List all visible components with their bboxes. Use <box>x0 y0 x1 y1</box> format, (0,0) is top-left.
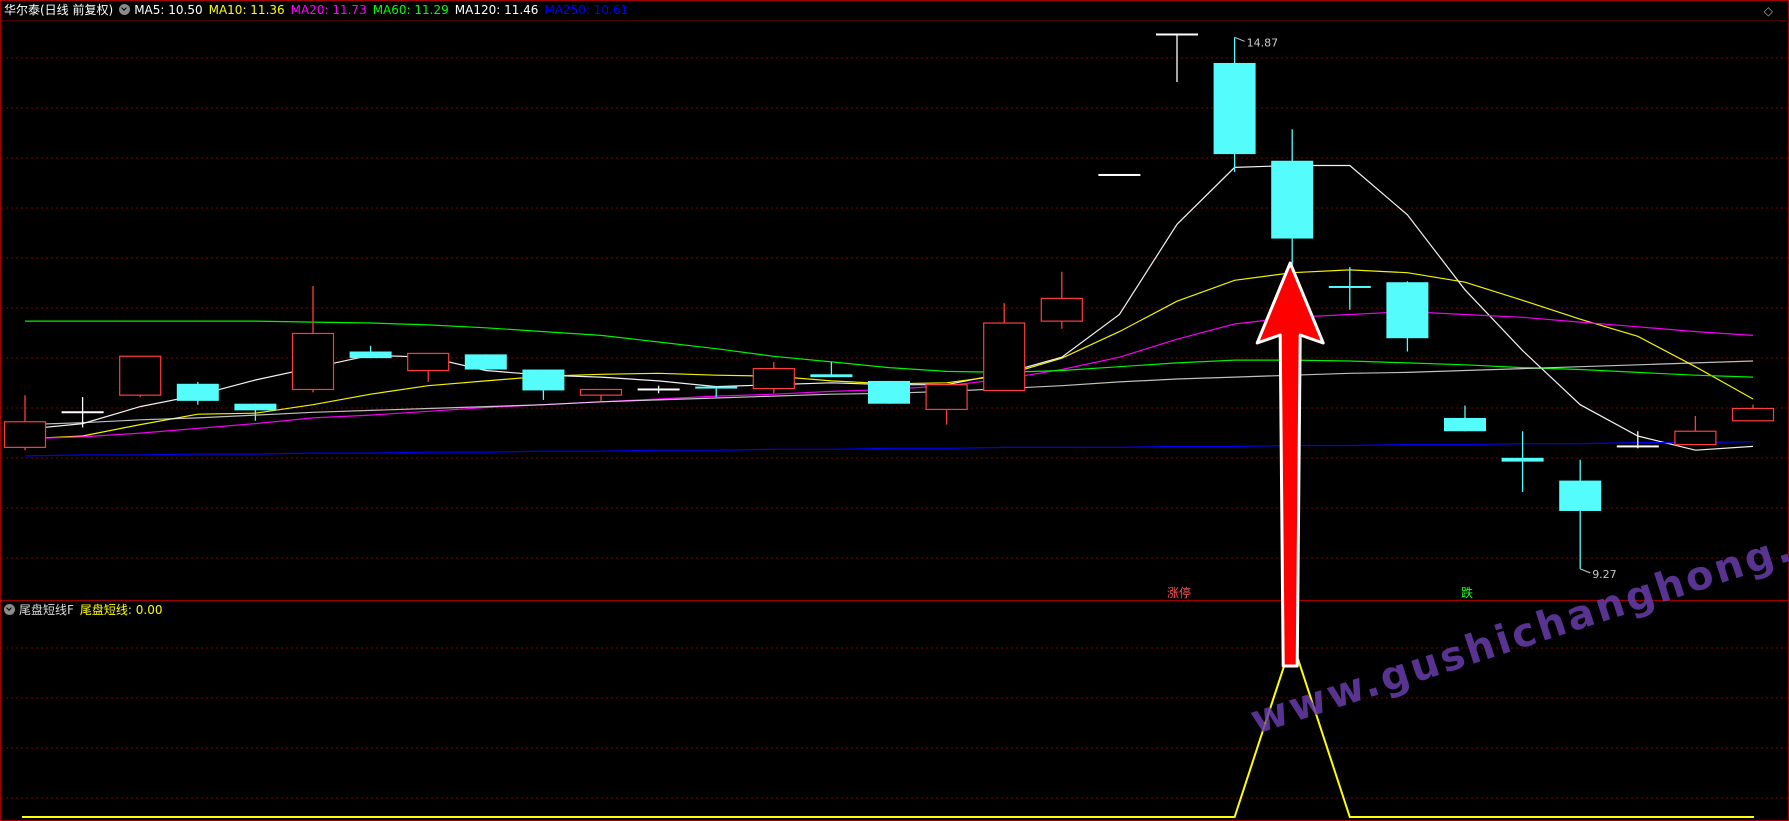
candle-body <box>868 380 910 404</box>
candle-body <box>1213 62 1256 155</box>
ma-line-ma250 <box>24 441 1754 457</box>
chevron-down-icon[interactable] <box>4 604 15 615</box>
diamond-icon[interactable]: ◇ <box>1764 4 1773 18</box>
ma-line-ma5 <box>24 164 1754 451</box>
candle-body <box>810 374 853 378</box>
indicator-value-label: 尾盘短线: 0.00 <box>79 603 163 617</box>
chart-frame <box>0 0 1789 821</box>
ma-legend-ma10: MA10: 11.36 <box>208 3 285 17</box>
candle-body <box>752 367 795 390</box>
ma-line-ma60 <box>25 320 1754 378</box>
candle-body <box>1098 173 1141 176</box>
ma-line-ma20 <box>24 310 1754 440</box>
indicator-title: 尾盘短线F <box>19 603 74 617</box>
candle-body <box>1156 33 1198 36</box>
ma-legend-ma5: MA5: 10.50 <box>134 3 203 17</box>
candle-body <box>234 403 277 411</box>
candle-body <box>407 352 450 372</box>
candle-body <box>61 411 104 414</box>
candle-body <box>637 388 680 391</box>
candle-body <box>464 354 507 370</box>
ma-legend-ma120: MA120: 11.46 <box>454 3 539 17</box>
candle-body <box>1501 457 1544 462</box>
price-annotation: 14.87 <box>1247 36 1279 49</box>
candle-body <box>1559 480 1602 511</box>
chart-canvas: 14.87 9.27 涨停 跌 <box>0 0 1789 821</box>
candle-body <box>1271 160 1314 239</box>
main-chart-header: 华尔泰(日线 前复权) MA5: 10.50 MA10: 11.36 MA20: 11… <box>4 3 640 17</box>
candle-body <box>291 332 335 391</box>
candle-body <box>1674 430 1717 446</box>
ma-legend-ma20: MA20: 11.73 <box>290 3 367 17</box>
indicator-header: 尾盘短线F 尾盘短线: 0.00 <box>4 603 168 617</box>
candle-body <box>925 384 968 411</box>
price-marker <box>1580 568 1591 574</box>
candle-body <box>579 388 623 396</box>
ma-legend-ma250: MA250: 10.61 <box>544 3 629 17</box>
candle-body <box>695 386 738 389</box>
ma-legend: MA5: 10.50 MA10: 11.36 MA20: 11.73 MA60: 11… <box>134 3 634 17</box>
signal-arrow <box>1255 261 1325 668</box>
signal-label: 涨停 <box>1167 585 1191 600</box>
chevron-down-icon[interactable] <box>119 4 131 15</box>
candle-body <box>3 421 47 448</box>
price-marker <box>1234 36 1245 42</box>
candle-body <box>1040 297 1083 322</box>
signal-label: 跌 <box>1461 585 1473 600</box>
candle-body <box>522 369 565 391</box>
candle-body <box>1731 407 1775 422</box>
candle-body <box>983 322 1026 392</box>
stock-title: 华尔泰(日线 前复权) <box>4 3 114 17</box>
ma-legend-ma60: MA60: 11.29 <box>372 3 449 17</box>
candle-body <box>1444 417 1486 432</box>
candle-body <box>1328 285 1371 288</box>
candle-body <box>349 351 392 359</box>
candle-body <box>1386 282 1429 339</box>
candle-body <box>119 355 162 396</box>
candle-body <box>1616 445 1659 448</box>
candle-body <box>176 383 219 401</box>
price-annotation: 9.27 <box>1592 568 1617 581</box>
indicator-line <box>22 638 1754 818</box>
